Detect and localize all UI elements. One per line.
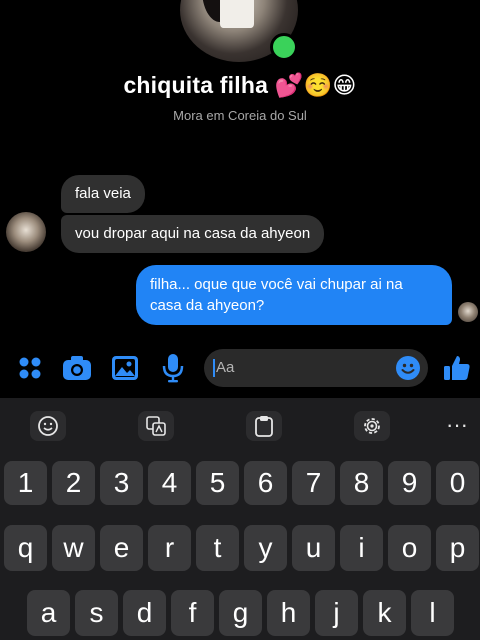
- message-bubble-incoming[interactable]: vou dropar aqui na casa da ahyeon: [61, 215, 325, 253]
- camera-icon[interactable]: [62, 352, 92, 384]
- key-o[interactable]: o: [388, 525, 431, 571]
- contact-name: chiquita filha: [123, 72, 269, 98]
- key-w[interactable]: w: [52, 525, 95, 571]
- online-status-indicator: [270, 33, 298, 61]
- key-r[interactable]: r: [148, 525, 191, 571]
- message-bubble-incoming[interactable]: fala veia: [61, 175, 145, 213]
- contact-location: Mora em Coreia do Sul: [173, 108, 307, 123]
- contact-name-emojis: 💕☺️😁: [274, 73, 357, 99]
- key-7[interactable]: 7: [292, 461, 335, 505]
- key-d[interactable]: d: [123, 590, 166, 636]
- key-f[interactable]: f: [171, 590, 214, 636]
- more-icon[interactable]: ···: [440, 414, 474, 436]
- message-text: vou dropar aqui na casa da ahyeon: [75, 225, 311, 242]
- key-e[interactable]: e: [100, 525, 143, 571]
- contact-name-heading[interactable]: chiquita filha 💕☺️😁: [0, 72, 480, 99]
- key-2[interactable]: 2: [52, 461, 95, 505]
- emoji-smiley-icon[interactable]: [30, 411, 66, 441]
- key-k[interactable]: k: [363, 590, 406, 636]
- key-4[interactable]: 4: [148, 461, 191, 505]
- key-1[interactable]: 1: [4, 461, 47, 505]
- key-3[interactable]: 3: [100, 461, 143, 505]
- microphone-icon[interactable]: [158, 352, 188, 384]
- key-5[interactable]: 5: [196, 461, 239, 505]
- settings-gear-icon[interactable]: [354, 411, 390, 441]
- emoji-icon[interactable]: [396, 356, 420, 380]
- message-input[interactable]: Aa: [204, 349, 428, 387]
- key-g[interactable]: g: [219, 590, 262, 636]
- translate-icon[interactable]: [138, 411, 174, 441]
- key-0[interactable]: 0: [436, 461, 479, 505]
- key-y[interactable]: y: [244, 525, 287, 571]
- key-8[interactable]: 8: [340, 461, 383, 505]
- key-a[interactable]: a: [27, 590, 70, 636]
- key-l[interactable]: l: [411, 590, 454, 636]
- key-s[interactable]: s: [75, 590, 118, 636]
- message-input-placeholder: Aa: [216, 359, 235, 376]
- key-u[interactable]: u: [292, 525, 335, 571]
- profile-photo-shirt: [220, 0, 254, 28]
- key-6[interactable]: 6: [244, 461, 287, 505]
- message-text: fala veia: [75, 185, 131, 202]
- message-bubble-outgoing[interactable]: filha... oque que você vai chupar ai na …: [136, 265, 452, 325]
- key-j[interactable]: j: [315, 590, 358, 636]
- text-cursor: [213, 359, 215, 377]
- key-i[interactable]: i: [340, 525, 383, 571]
- key-9[interactable]: 9: [388, 461, 431, 505]
- sender-avatar[interactable]: [6, 212, 46, 252]
- thumbs-up-icon[interactable]: [442, 352, 472, 384]
- read-receipt-avatar: [458, 302, 478, 322]
- menu-dots-icon[interactable]: [15, 352, 45, 384]
- message-text: filha... oque que você vai chupar ai na …: [150, 276, 403, 314]
- image-icon[interactable]: [110, 352, 140, 384]
- key-h[interactable]: h: [267, 590, 310, 636]
- key-q[interactable]: q: [4, 525, 47, 571]
- key-p[interactable]: p: [436, 525, 479, 571]
- key-t[interactable]: t: [196, 525, 239, 571]
- clipboard-icon[interactable]: [246, 411, 282, 441]
